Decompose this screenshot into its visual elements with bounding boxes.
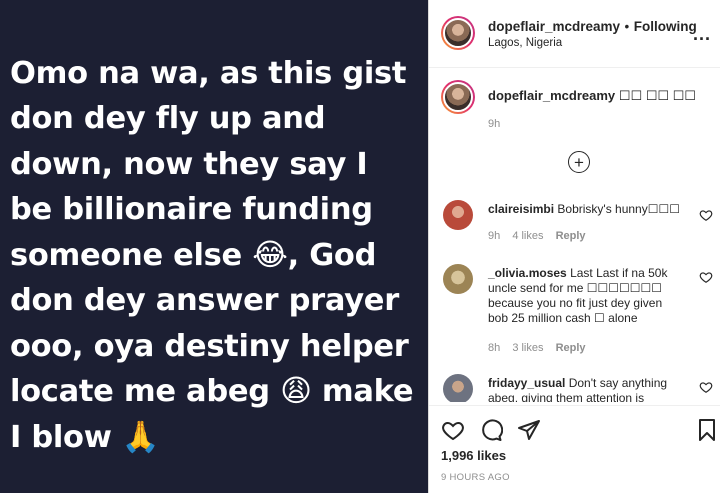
- comment-text: Bobrisky's hunny☐☐☐: [557, 202, 680, 216]
- post-actions: 1,996 likes 9 HOURS AGO: [429, 405, 720, 493]
- like-comment-icon[interactable]: [699, 270, 713, 284]
- save-bookmark-icon[interactable]: [695, 418, 719, 442]
- author-username[interactable]: dopeflair_mcdreamy: [488, 19, 620, 34]
- comment-username[interactable]: _olivia.moses: [488, 266, 567, 280]
- comment-avatar[interactable]: [443, 264, 473, 294]
- like-comment-icon[interactable]: [699, 208, 713, 222]
- caption-username[interactable]: dopeflair_mcdreamy: [488, 88, 615, 103]
- comment-avatar[interactable]: [443, 374, 473, 402]
- following-button[interactable]: Following: [634, 19, 697, 34]
- caption-text: ☐☐ ☐☐ ☐☐: [618, 88, 696, 103]
- caption-avatar[interactable]: [441, 80, 475, 114]
- story-image: Omo na wa, as this gist don dey fly up a…: [0, 0, 428, 493]
- story-text: Omo na wa, as this gist don dey fly up a…: [10, 55, 414, 455]
- comment-likes[interactable]: 4 likes: [512, 230, 543, 242]
- reply-button[interactable]: Reply: [556, 230, 586, 242]
- separator-dot: •: [624, 19, 630, 34]
- post-location[interactable]: Lagos, Nigeria: [488, 37, 562, 49]
- comment-time: 9h: [488, 230, 501, 242]
- load-more-comments-icon[interactable]: +: [568, 151, 590, 173]
- comment-likes[interactable]: 3 likes: [512, 342, 543, 354]
- like-heart-icon[interactable]: [441, 418, 465, 442]
- post-time: 9 HOURS AGO: [441, 472, 510, 483]
- post-header: dopeflair_mcdreamy • Following Lagos, Ni…: [429, 0, 720, 68]
- comment-username[interactable]: claireisimbi: [488, 202, 554, 216]
- share-icon[interactable]: [517, 418, 541, 442]
- reply-button[interactable]: Reply: [556, 342, 586, 354]
- comment-time: 8h: [488, 342, 501, 354]
- comment-username[interactable]: fridayy_usual: [488, 376, 565, 390]
- caption-time: 9h: [488, 118, 501, 130]
- more-options-icon[interactable]: ...: [693, 24, 711, 45]
- likes-count[interactable]: 1,996 likes: [441, 448, 506, 463]
- author-avatar[interactable]: [441, 16, 475, 50]
- like-comment-icon[interactable]: [699, 380, 713, 394]
- comment-avatar[interactable]: [443, 200, 473, 230]
- post-sidebar: dopeflair_mcdreamy • Following Lagos, Ni…: [428, 0, 720, 493]
- comment-icon[interactable]: [479, 418, 503, 442]
- comment-list: claireisimbi Bobrisky's hunny☐☐☐ 9h 4 li…: [429, 192, 720, 402]
